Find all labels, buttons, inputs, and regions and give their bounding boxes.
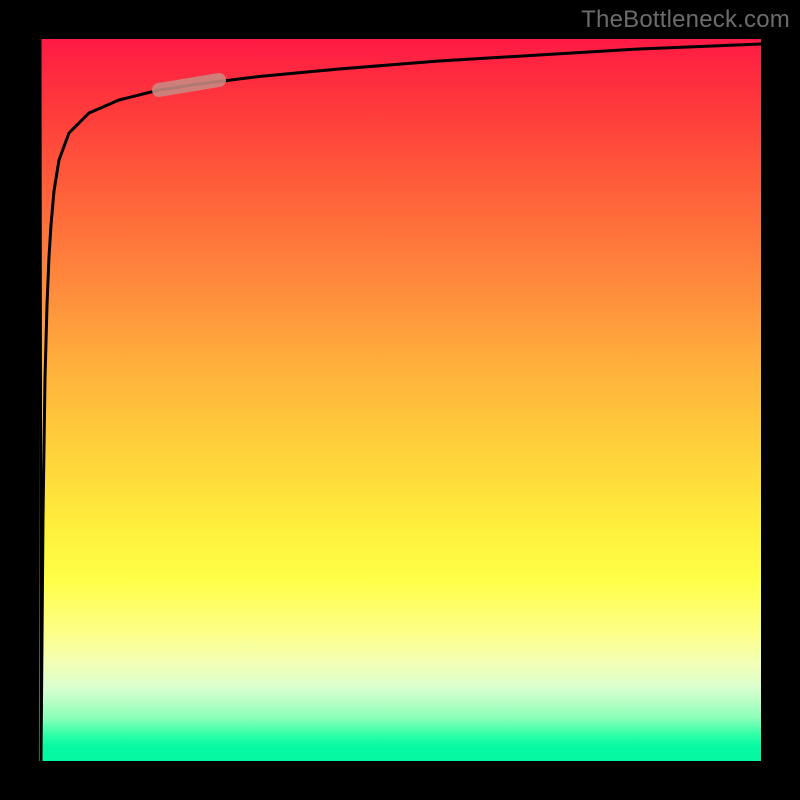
watermark-text: TheBottleneck.com <box>581 6 790 34</box>
highlight-segment <box>159 80 219 90</box>
bottleneck-curve <box>40 39 761 761</box>
chart-svg <box>39 39 761 761</box>
chart-frame: TheBottleneck.com <box>0 0 800 800</box>
plot-area <box>39 39 761 761</box>
curve-group <box>40 39 761 761</box>
